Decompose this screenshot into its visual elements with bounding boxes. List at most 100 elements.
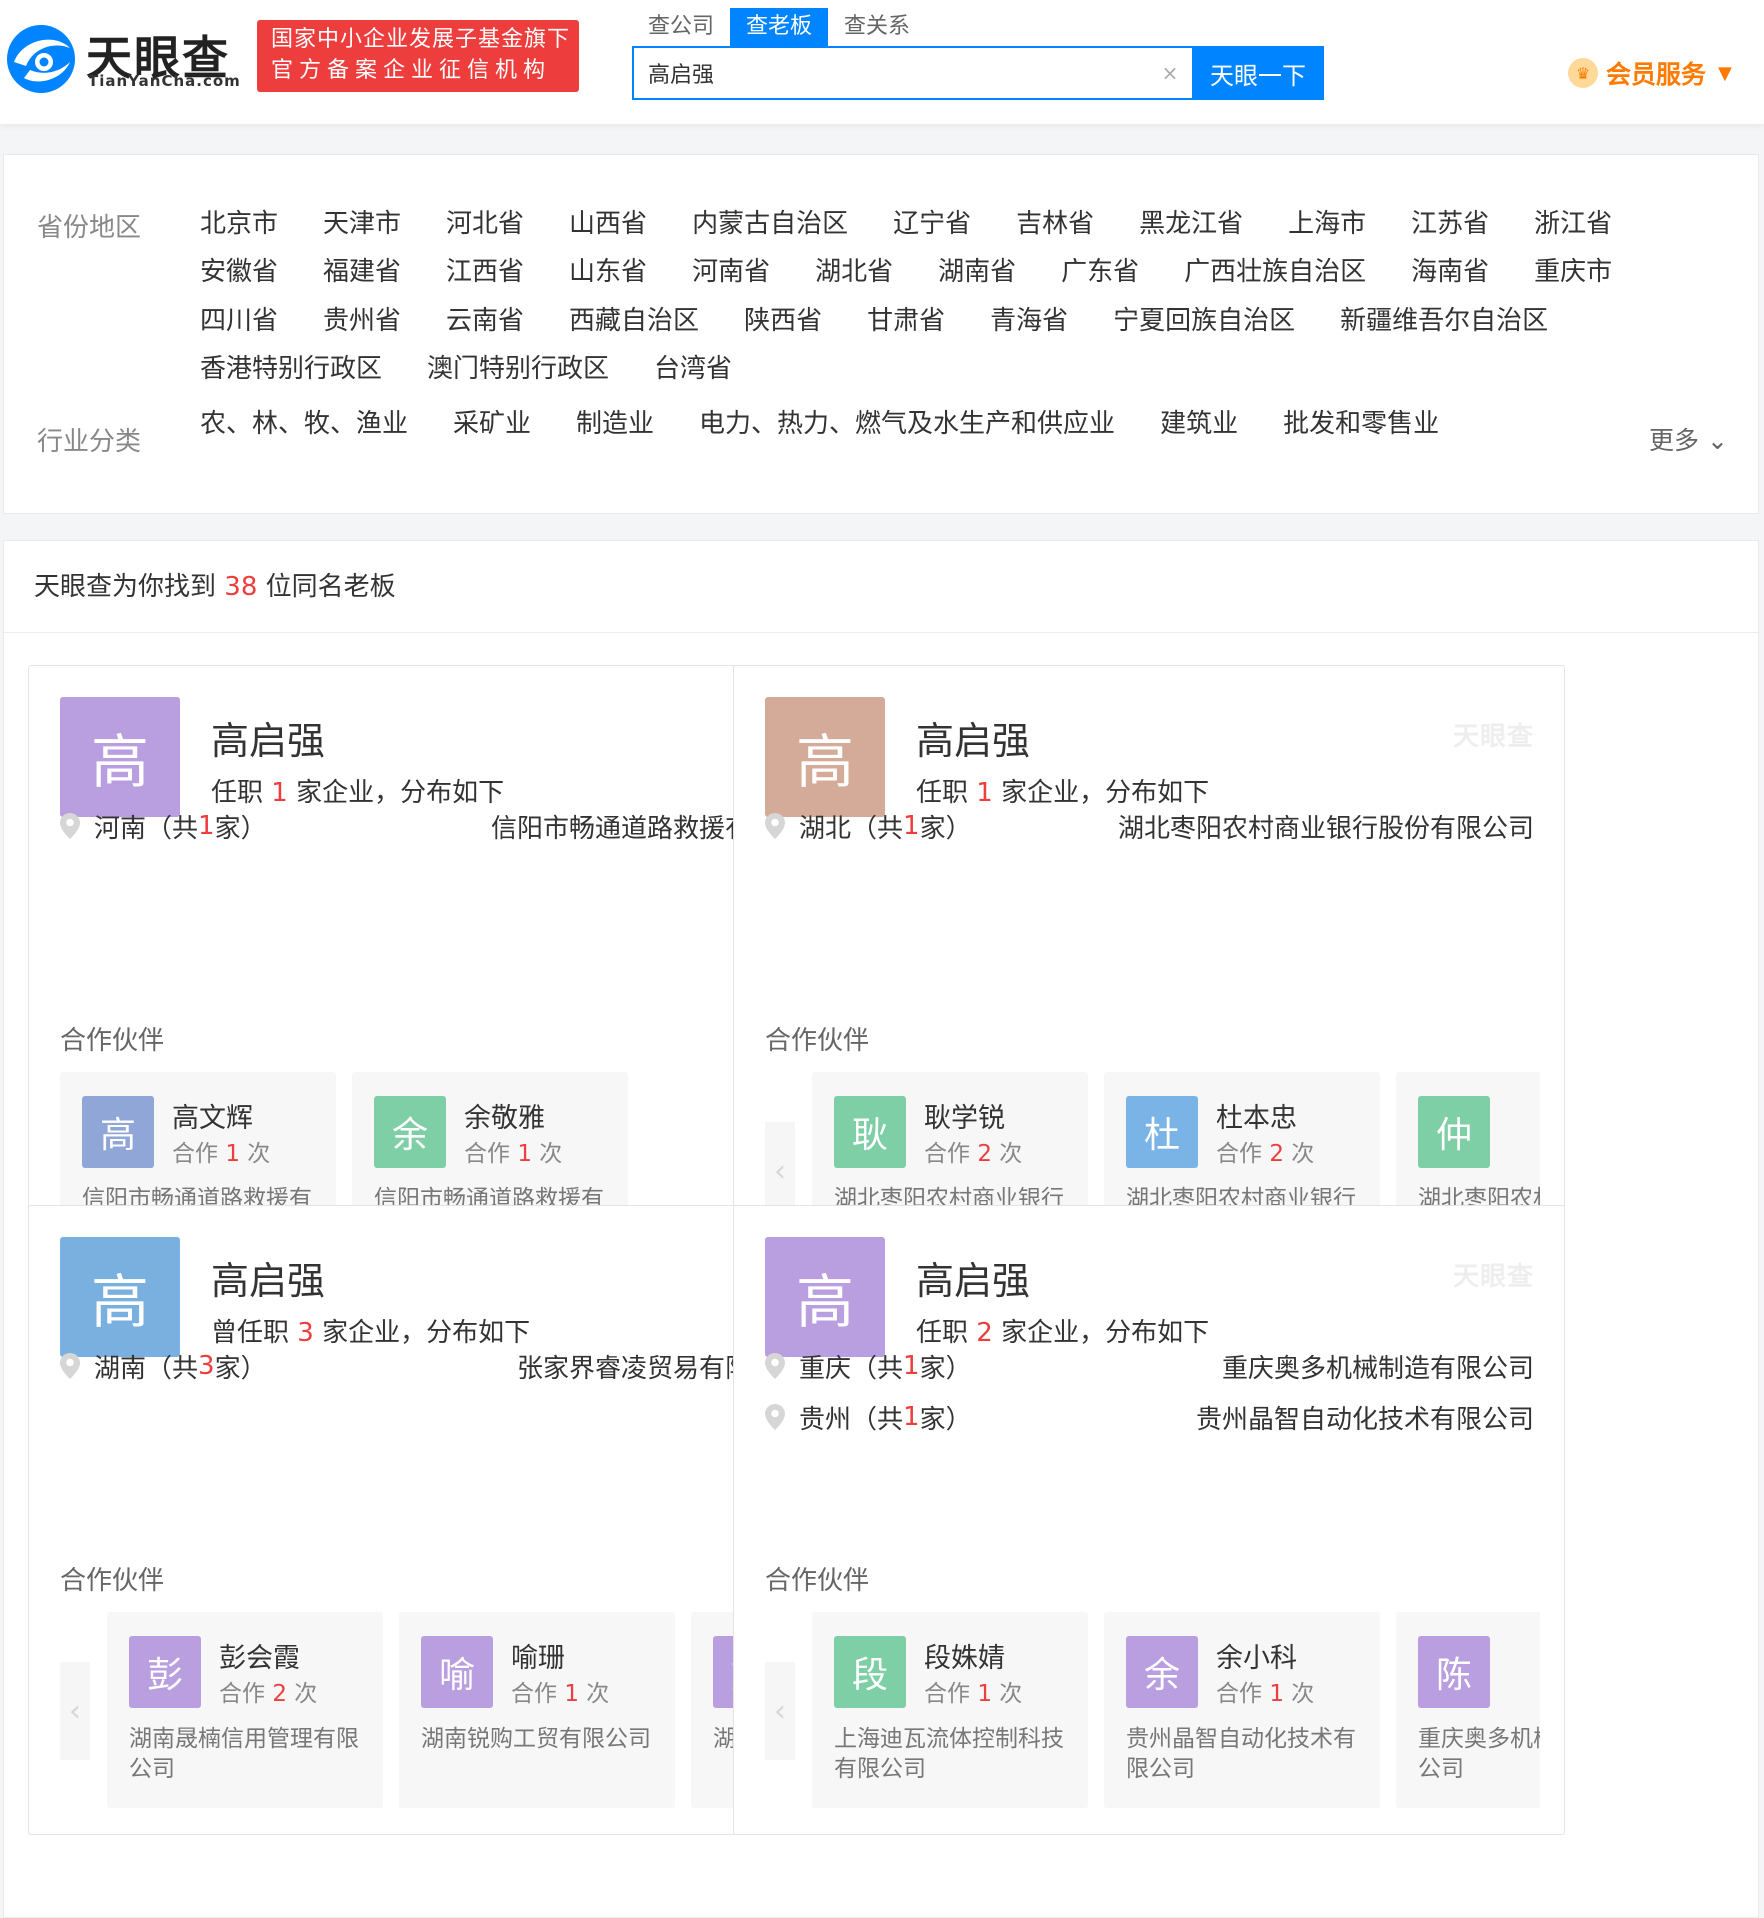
boss-name[interactable]: 高启强	[916, 710, 1030, 765]
boss-avatar[interactable]: 高	[765, 697, 885, 817]
industry-filter-item[interactable]: 采矿业	[453, 403, 531, 440]
count-value: 1	[1269, 1681, 1284, 1707]
industry-filter-item[interactable]: 批发和零售业	[1283, 403, 1439, 440]
region-filter-item[interactable]: 安徽省	[200, 251, 278, 288]
region-filter-item[interactable]: 江西省	[446, 251, 524, 288]
partner-name[interactable]: 杜本忠	[1216, 1096, 1297, 1135]
partner-company[interactable]: 贵州晶智自动化技术有限公司	[1126, 1724, 1362, 1784]
region-filter-item[interactable]: 湖南省	[938, 251, 1016, 288]
region-filter-item[interactable]: 广东省	[1061, 251, 1139, 288]
tab-boss[interactable]: 查老板	[730, 8, 828, 46]
location-pin-icon	[60, 813, 80, 839]
boss-name[interactable]: 高启强	[211, 1250, 325, 1305]
arrow-left-icon[interactable]: ‹	[60, 1662, 90, 1760]
industry-filter-item[interactable]: 制造业	[576, 403, 654, 440]
location-region: 贵州（共1家）	[765, 1399, 972, 1436]
industry-filter-item[interactable]: 建筑业	[1160, 403, 1238, 440]
location-company-link[interactable]: 湖北枣阳农村商业银行股份有限公司	[1118, 808, 1534, 845]
region-filter-item[interactable]: 澳门特别行政区	[427, 348, 609, 385]
partner-name[interactable]: 耿学锐	[924, 1096, 1005, 1135]
count-suffix: 次	[1291, 1681, 1314, 1707]
boss-name[interactable]: 高启强	[211, 710, 325, 765]
boss-card[interactable]: 高高启强任职 1 家企业，分布如下天眼查湖北（共1家）湖北枣阳农村商业银行股份有…	[733, 665, 1565, 1295]
region-filter-item[interactable]: 新疆维吾尔自治区	[1340, 300, 1548, 337]
search-input[interactable]	[634, 48, 1148, 98]
region-filter-item[interactable]: 西藏自治区	[569, 300, 699, 337]
partners-track: 彭彭会霞合作 2 次湖南晟楠信用管理有限公司喻喻珊合作 1 次湖南锐购工贸有限公…	[107, 1612, 835, 1808]
industry-filter-item[interactable]: 电力、热力、燃气及水生产和供应业	[699, 403, 1115, 440]
region-filter-item[interactable]: 四川省	[200, 300, 278, 337]
partner-card[interactable]: 彭彭会霞合作 2 次湖南晟楠信用管理有限公司	[107, 1612, 383, 1808]
region-filter-item[interactable]: 福建省	[323, 251, 401, 288]
partner-company[interactable]: 上海迪瓦流体控制科技有限公司	[834, 1724, 1070, 1784]
partner-name[interactable]: 余敬雅	[464, 1096, 545, 1135]
region-filter-item[interactable]: 陕西省	[744, 300, 822, 337]
count-prefix: 合作	[464, 1141, 510, 1167]
region-filter-item[interactable]: 内蒙古自治区	[692, 203, 848, 240]
boss-name[interactable]: 高启强	[916, 1250, 1030, 1305]
vip-service-menu[interactable]: ♛ 会员服务 ▼	[1568, 56, 1732, 90]
region-filter-item[interactable]: 甘肃省	[867, 300, 945, 337]
tab-relation[interactable]: 查关系	[828, 8, 926, 46]
region-filter-item[interactable]: 河北省	[446, 203, 524, 240]
tab-company[interactable]: 查公司	[632, 8, 730, 46]
partner-company[interactable]: 湖南晟楠信用管理有限公司	[129, 1724, 365, 1784]
count-value: 1	[517, 1141, 532, 1167]
partner-company[interactable]: 重庆奥多机械制造有限公司	[1418, 1724, 1540, 1784]
region-filter-item[interactable]: 上海市	[1288, 203, 1366, 240]
location-company-link[interactable]: 重庆奥多机械制造有限公司	[1222, 1348, 1534, 1385]
industry-filter-item[interactable]: 农、林、牧、渔业	[200, 403, 408, 440]
region-filter-item[interactable]: 黑龙江省	[1139, 203, 1243, 240]
location-region: 湖南（共3家）	[60, 1348, 267, 1385]
region-filter-item[interactable]: 广西壮族自治区	[1184, 251, 1366, 288]
region-filter-item[interactable]: 江苏省	[1411, 203, 1489, 240]
partner-name[interactable]: 高文辉	[172, 1096, 253, 1135]
region-filter-item[interactable]: 香港特别行政区	[200, 348, 382, 385]
search-button[interactable]: 天眼一下	[1192, 46, 1324, 100]
partner-name[interactable]: 喻珊	[511, 1636, 565, 1675]
count-value: 1	[225, 1141, 240, 1167]
vip-label: 会员服务	[1606, 55, 1706, 91]
partner-company[interactable]: 湖南锐购工贸有限公司	[421, 1724, 657, 1754]
boss-card[interactable]: 高高启强任职 2 家企业，分布如下天眼查重庆（共1家）重庆奥多机械制造有限公司贵…	[733, 1205, 1565, 1835]
partner-card[interactable]: 喻喻珊合作 1 次湖南锐购工贸有限公司	[399, 1612, 675, 1808]
count-suffix: 次	[1291, 1141, 1314, 1167]
boss-avatar[interactable]: 高	[60, 697, 180, 817]
region-filter-item[interactable]: 海南省	[1411, 251, 1489, 288]
site-logo[interactable]: 天眼查 TianYanCha.com	[4, 18, 254, 98]
region-filter-item[interactable]: 青海省	[990, 300, 1068, 337]
partner-name[interactable]: 段姝婧	[924, 1636, 1005, 1675]
location-row: 河南（共1家）信阳市畅通道路救援有限公司	[60, 806, 829, 846]
partner-card[interactable]: 陈重庆奥多机械制造有限公司	[1396, 1612, 1540, 1808]
more-filters-button[interactable]: 更多 ⌄	[1649, 421, 1728, 457]
arrow-left-icon[interactable]: ‹	[765, 1662, 795, 1760]
partner-card[interactable]: 段段姝婧合作 1 次上海迪瓦流体控制科技有限公司	[812, 1612, 1088, 1808]
region-filter-item[interactable]: 辽宁省	[893, 203, 971, 240]
region-filter-item[interactable]: 湖北省	[815, 251, 893, 288]
region-filter-item[interactable]: 天津市	[323, 203, 401, 240]
region-filter-item[interactable]: 浙江省	[1534, 203, 1612, 240]
location-company-link[interactable]: 贵州晶智自动化技术有限公司	[1196, 1399, 1534, 1436]
partner-name[interactable]: 彭会霞	[219, 1636, 300, 1675]
boss-avatar[interactable]: 高	[765, 1237, 885, 1357]
clear-icon[interactable]: ×	[1148, 48, 1192, 98]
region-filter-item[interactable]: 贵州省	[323, 300, 401, 337]
boss-avatar[interactable]: 高	[60, 1237, 180, 1357]
region-filter-item[interactable]: 台湾省	[654, 348, 732, 385]
partner-name[interactable]: 余小科	[1216, 1636, 1297, 1675]
location-pin-icon	[765, 1353, 785, 1379]
region-filter-item[interactable]: 北京市	[200, 203, 278, 240]
partner-card[interactable]: 余余小科合作 1 次贵州晶智自动化技术有限公司	[1104, 1612, 1380, 1808]
region-filter-item[interactable]: 重庆市	[1534, 251, 1612, 288]
region-filter-item[interactable]: 云南省	[446, 300, 524, 337]
region-filter-item[interactable]: 宁夏回族自治区	[1113, 300, 1295, 337]
region-filter-item[interactable]: 山西省	[569, 203, 647, 240]
partner-avatar: 段	[834, 1636, 906, 1708]
count-suffix: 次	[586, 1681, 609, 1707]
region-filter-item[interactable]: 山东省	[569, 251, 647, 288]
summary-suffix: 家企业，分布如下	[322, 1318, 530, 1348]
partner-cooperation-count: 合作 2 次	[924, 1134, 1022, 1168]
region-filter-item[interactable]: 河南省	[692, 251, 770, 288]
region-filter-item[interactable]: 吉林省	[1016, 203, 1094, 240]
region-name: 贵州（共	[799, 1399, 903, 1436]
